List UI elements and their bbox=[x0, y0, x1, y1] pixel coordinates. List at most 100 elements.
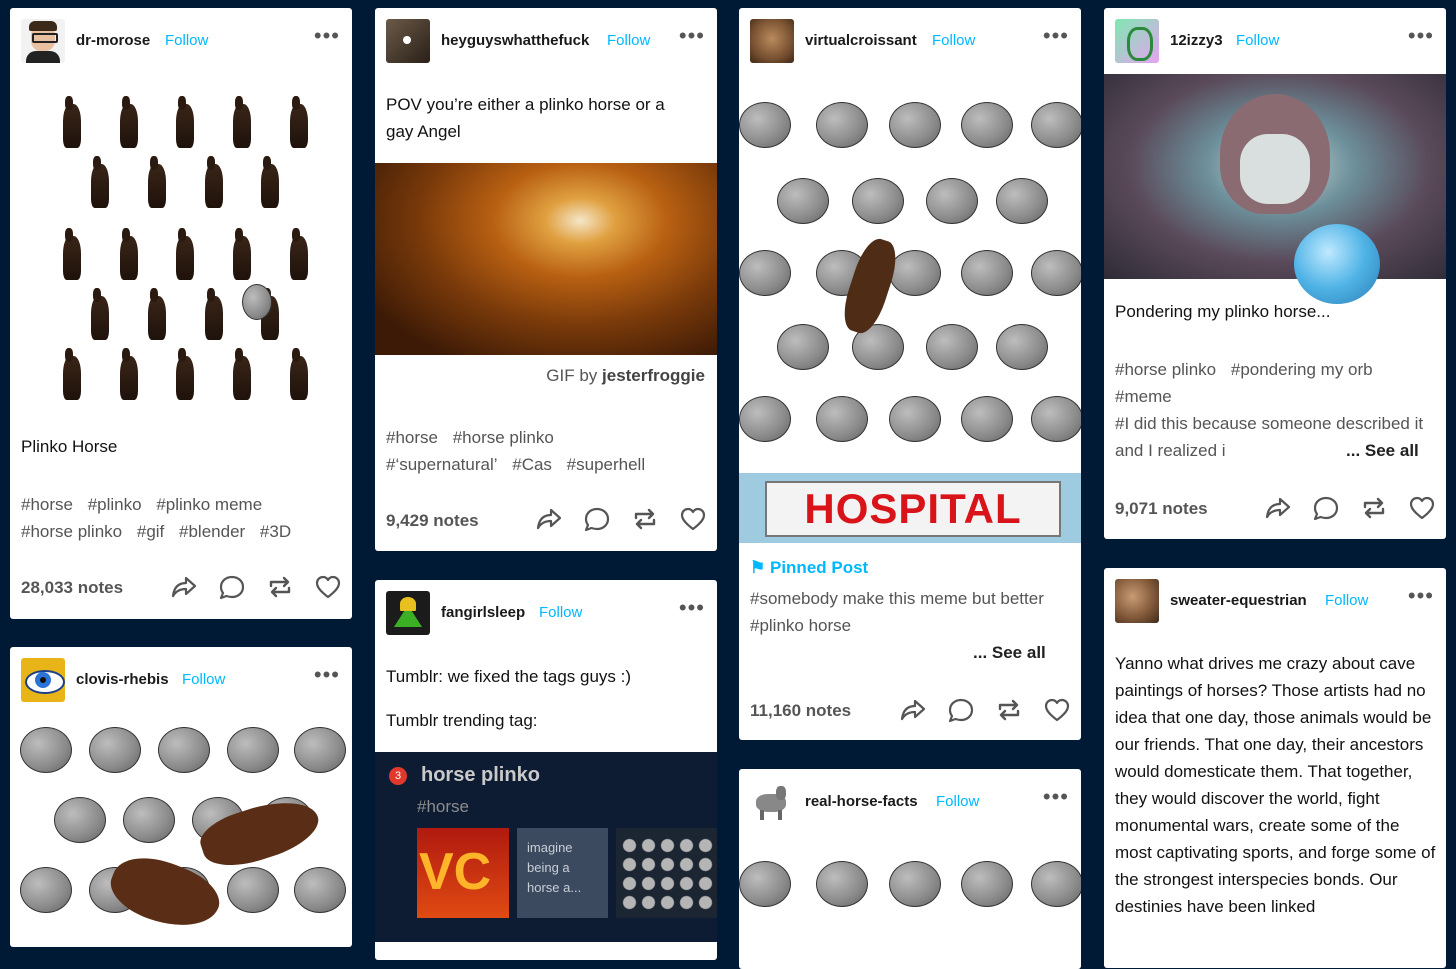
username[interactable]: dr-morose bbox=[76, 32, 150, 49]
more-dots-icon[interactable]: ••• bbox=[1043, 786, 1069, 808]
trending-tag-box[interactable]: 3 horse plinko #horse VC imagine being a… bbox=[375, 752, 717, 942]
avatar[interactable] bbox=[750, 19, 794, 63]
notes-count[interactable]: 9,071 notes bbox=[1115, 499, 1208, 519]
post-line-2: Tumblr trending tag: bbox=[386, 711, 538, 730]
heart-icon[interactable] bbox=[314, 573, 342, 601]
avatar[interactable] bbox=[21, 19, 65, 63]
post-header: sweater-equestrian Follow ••• bbox=[1104, 568, 1446, 632]
post-text: POV you’re either a plinko horse or a ga… bbox=[386, 95, 665, 141]
heart-icon[interactable] bbox=[1408, 494, 1436, 522]
username[interactable]: sweater-equestrian bbox=[1170, 592, 1307, 609]
username[interactable]: clovis-rhebis bbox=[76, 671, 169, 688]
tag[interactable]: #blender bbox=[179, 522, 245, 541]
more-dots-icon[interactable]: ••• bbox=[679, 25, 705, 47]
tag[interactable]: #‘supernatural’ bbox=[386, 455, 498, 474]
tag[interactable]: #horse plinko bbox=[1115, 360, 1216, 379]
more-dots-icon[interactable]: ••• bbox=[314, 664, 340, 686]
heart-icon[interactable] bbox=[679, 505, 707, 533]
notes-count[interactable]: 28,033 notes bbox=[21, 578, 123, 598]
reply-icon[interactable] bbox=[218, 573, 246, 601]
plinko-image bbox=[739, 74, 1081, 474]
reblog-icon[interactable] bbox=[1360, 494, 1388, 522]
share-icon[interactable] bbox=[170, 573, 198, 601]
post-actions bbox=[1264, 494, 1436, 522]
trend-thumb-plinko[interactable] bbox=[616, 828, 717, 918]
avatar[interactable] bbox=[1115, 579, 1159, 623]
tag[interactable]: #plinko bbox=[88, 495, 142, 514]
post-card: sweater-equestrian Follow ••• Yanno what… bbox=[1104, 568, 1446, 968]
more-dots-icon[interactable]: ••• bbox=[1408, 585, 1434, 607]
post-header: heyguyswhatthefuck Follow ••• bbox=[375, 8, 717, 72]
follow-button[interactable]: Follow bbox=[932, 32, 975, 49]
post-header: dr-morose Follow ••• bbox=[10, 8, 352, 72]
username[interactable]: real-horse-facts bbox=[805, 793, 918, 810]
tag[interactable]: #horse bbox=[386, 428, 438, 447]
reply-icon[interactable] bbox=[947, 696, 975, 724]
reply-icon[interactable] bbox=[1312, 494, 1340, 522]
avatar[interactable] bbox=[750, 780, 794, 824]
notes-count[interactable]: 9,429 notes bbox=[386, 511, 479, 531]
more-dots-icon[interactable]: ••• bbox=[1408, 25, 1434, 47]
username[interactable]: fangirlsleep bbox=[441, 604, 525, 621]
follow-button[interactable]: Follow bbox=[1236, 32, 1279, 49]
follow-button[interactable]: Follow bbox=[182, 671, 225, 688]
tag[interactable]: #gif bbox=[137, 522, 164, 541]
notes-count[interactable]: 11,160 notes bbox=[750, 701, 851, 721]
see-all-link[interactable]: ... See all bbox=[973, 639, 1046, 666]
gif-credit: GIF by jesterfroggie bbox=[546, 366, 705, 386]
plinko-image bbox=[10, 713, 352, 947]
tag[interactable]: #horse plinko bbox=[453, 428, 554, 447]
avatar[interactable] bbox=[1115, 19, 1159, 63]
plinko-image bbox=[739, 835, 1081, 969]
follow-button[interactable]: Follow bbox=[1325, 592, 1368, 609]
tag[interactable]: #somebody make this meme but better bbox=[750, 589, 1044, 608]
wizard-orb-image bbox=[1104, 74, 1446, 304]
follow-button[interactable]: Follow bbox=[539, 604, 582, 621]
post-line-1: Tumblr: we fixed the tags guys :) bbox=[386, 667, 632, 686]
username[interactable]: 12izzy3 bbox=[1170, 32, 1223, 49]
more-dots-icon[interactable]: ••• bbox=[1043, 25, 1069, 47]
tag[interactable]: #plinko horse bbox=[750, 616, 851, 635]
username[interactable]: virtualcroissant bbox=[805, 32, 917, 49]
avatar[interactable] bbox=[386, 591, 430, 635]
trend-title[interactable]: horse plinko bbox=[421, 764, 540, 787]
follow-button[interactable]: Follow bbox=[936, 793, 979, 810]
username[interactable]: heyguyswhatthefuck bbox=[441, 32, 589, 49]
pin-icon: ⚑ bbox=[750, 558, 766, 577]
follow-button[interactable]: Follow bbox=[607, 32, 650, 49]
avatar[interactable] bbox=[21, 658, 65, 702]
tag[interactable]: #horse bbox=[21, 495, 73, 514]
post-card: 12izzy3 Follow ••• Pondering my plinko h… bbox=[1104, 8, 1446, 539]
tag[interactable]: #3D bbox=[260, 522, 291, 541]
gif-author-link[interactable]: jesterfroggie bbox=[602, 366, 705, 385]
share-icon[interactable] bbox=[899, 696, 927, 724]
trend-tag[interactable]: #horse bbox=[417, 797, 469, 817]
reply-icon[interactable] bbox=[583, 505, 611, 533]
post-card: virtualcroissant Follow ••• HOSPITAL ⚑ P… bbox=[739, 8, 1081, 740]
more-dots-icon[interactable]: ••• bbox=[314, 25, 340, 47]
share-icon[interactable] bbox=[535, 505, 563, 533]
tag[interactable]: #plinko meme bbox=[156, 495, 262, 514]
post-header: fangirlsleep Follow ••• bbox=[375, 580, 717, 644]
heart-icon[interactable] bbox=[1043, 696, 1071, 724]
post-card: fangirlsleep Follow ••• Tumblr: we fixed… bbox=[375, 580, 717, 960]
hospital-image: HOSPITAL bbox=[739, 473, 1081, 543]
tag[interactable]: #meme bbox=[1115, 387, 1172, 406]
reblog-icon[interactable] bbox=[631, 505, 659, 533]
fire-gif bbox=[375, 163, 717, 355]
reblog-icon[interactable] bbox=[995, 696, 1023, 724]
post-card: real-horse-facts Follow ••• bbox=[739, 769, 1081, 969]
tag[interactable]: #Cas bbox=[512, 455, 552, 474]
tag[interactable]: #horse plinko bbox=[21, 522, 122, 541]
more-dots-icon[interactable]: ••• bbox=[679, 597, 705, 619]
reblog-icon[interactable] bbox=[266, 573, 294, 601]
tag[interactable]: #superhell bbox=[567, 455, 645, 474]
avatar[interactable] bbox=[386, 19, 430, 63]
tag[interactable]: #pondering my orb bbox=[1231, 360, 1373, 379]
post-actions bbox=[899, 696, 1071, 724]
follow-button[interactable]: Follow bbox=[165, 32, 208, 49]
trend-thumb-fire[interactable]: VC bbox=[417, 828, 509, 918]
see-all-link[interactable]: ... See all bbox=[1342, 437, 1419, 464]
share-icon[interactable] bbox=[1264, 494, 1292, 522]
trend-thumb-text[interactable]: imagine being a horse a... bbox=[517, 828, 608, 918]
